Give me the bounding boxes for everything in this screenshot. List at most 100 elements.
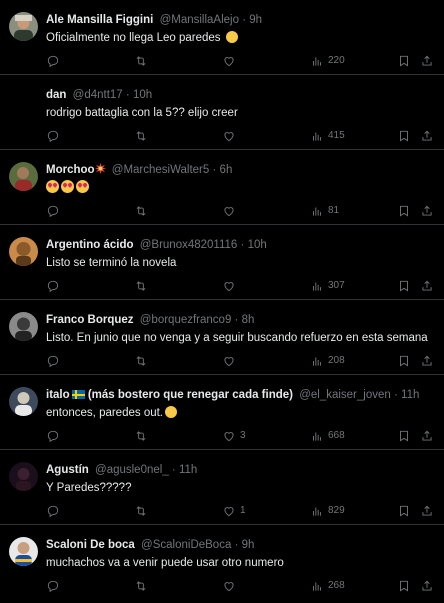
- share-button[interactable]: [420, 428, 434, 444]
- handle[interactable]: @el_kaiser_joven: [299, 389, 391, 401]
- bookmark-button[interactable]: [397, 578, 411, 594]
- retweet-button[interactable]: [134, 53, 148, 69]
- reply-button[interactable]: [46, 53, 60, 69]
- timestamp[interactable]: 8h: [242, 314, 255, 326]
- avatar[interactable]: [9, 312, 38, 341]
- timestamp[interactable]: 10h: [133, 89, 152, 101]
- display-name[interactable]: Morchoo: [46, 164, 95, 176]
- timestamp[interactable]: 11h: [401, 389, 419, 401]
- timestamp[interactable]: 9h: [242, 539, 255, 551]
- retweet-button[interactable]: [134, 578, 148, 594]
- smile-face-emoji-icon: [165, 406, 177, 418]
- timestamp[interactable]: 11h: [179, 464, 197, 476]
- handle[interactable]: @borquezfranco9: [140, 314, 232, 326]
- handle[interactable]: @MansillaAlejo: [160, 14, 239, 26]
- avatar[interactable]: [9, 162, 38, 191]
- display-name[interactable]: Argentino ácido: [46, 239, 134, 251]
- retweet-button[interactable]: [134, 428, 148, 444]
- display-name[interactable]: Ale Mansilla Figgini: [46, 14, 153, 26]
- retweet-icon: [136, 506, 146, 516]
- avatar[interactable]: [9, 237, 38, 266]
- like-button[interactable]: [222, 203, 236, 219]
- timestamp[interactable]: 9h: [249, 14, 262, 26]
- reply-button[interactable]: [46, 503, 60, 519]
- share-button[interactable]: [420, 278, 434, 294]
- bookmark-button[interactable]: [397, 353, 411, 369]
- views-button[interactable]: 307: [310, 278, 345, 294]
- views-button[interactable]: 81: [310, 203, 339, 219]
- share-button[interactable]: [420, 128, 434, 144]
- reply-button[interactable]: [46, 203, 60, 219]
- retweet-button[interactable]: [134, 503, 148, 519]
- tweet-header: Franco Borquez @borquezfranco9 · 8h: [46, 312, 436, 328]
- tweet-text: [46, 180, 434, 196]
- like-button[interactable]: [222, 578, 236, 594]
- tweet-header: Agustín @agusle0nel_ · 11h: [46, 462, 436, 478]
- reply-tweet[interactable]: Scaloni De boca @ScaloniDeBoca · 9h much…: [0, 525, 444, 600]
- reply-button[interactable]: [46, 278, 60, 294]
- views-count: 829: [328, 505, 345, 516]
- avatar[interactable]: [9, 87, 38, 116]
- handle[interactable]: @agusle0nel_: [95, 464, 169, 476]
- like-button[interactable]: [222, 128, 236, 144]
- retweet-button[interactable]: [134, 203, 148, 219]
- share-button[interactable]: [420, 503, 434, 519]
- views-button[interactable]: 415: [310, 128, 345, 144]
- retweet-button[interactable]: [134, 278, 148, 294]
- display-name[interactable]: italo: [46, 389, 70, 401]
- bookmark-button[interactable]: [397, 128, 411, 144]
- retweet-button[interactable]: [134, 128, 148, 144]
- timestamp[interactable]: 6h: [220, 164, 233, 176]
- reply-tweet[interactable]: Agustín @agusle0nel_ · 11h Y Paredes????…: [0, 450, 444, 525]
- reply-button[interactable]: [46, 353, 60, 369]
- share-button[interactable]: [420, 53, 434, 69]
- retweet-icon: [136, 131, 146, 141]
- tweet-text-content: Oficialmente no llega Leo paredes: [46, 32, 221, 44]
- reply-tweet[interactable]: Argentino ácido @Brunox48201116 · 10h Li…: [0, 225, 444, 300]
- reply-tweet[interactable]: dan @d4ntt17 · 10h rodrigo battaglia con…: [0, 75, 444, 150]
- share-button[interactable]: [420, 578, 434, 594]
- views-button[interactable]: 220: [310, 53, 345, 69]
- display-name[interactable]: Franco Borquez: [46, 314, 134, 326]
- views-button[interactable]: 829: [310, 503, 345, 519]
- bookmark-button[interactable]: [397, 53, 411, 69]
- bookmark-button[interactable]: [397, 203, 411, 219]
- share-button[interactable]: [420, 203, 434, 219]
- handle[interactable]: @d4ntt17: [73, 89, 123, 101]
- handle[interactable]: @ScaloniDeBoca: [141, 539, 231, 551]
- avatar[interactable]: [9, 387, 38, 416]
- reply-button[interactable]: [46, 428, 60, 444]
- like-button[interactable]: 3: [222, 428, 246, 444]
- bookmark-button[interactable]: [397, 278, 411, 294]
- like-icon: [224, 357, 234, 367]
- timestamp[interactable]: 10h: [248, 239, 267, 251]
- reply-tweet[interactable]: italo (más bostero que renegar cada find…: [0, 375, 444, 450]
- display-name-suffix[interactable]: (más bostero que renegar cada finde): [88, 389, 293, 401]
- reply-tweet[interactable]: Ale Mansilla Figgini @MansillaAlejo · 9h…: [0, 0, 444, 75]
- views-button[interactable]: 268: [310, 578, 345, 594]
- like-button[interactable]: [222, 278, 236, 294]
- display-name[interactable]: dan: [46, 89, 66, 101]
- like-button[interactable]: 1: [222, 503, 246, 519]
- avatar[interactable]: [9, 12, 38, 41]
- reply-button[interactable]: [46, 578, 60, 594]
- handle[interactable]: @Brunox48201116: [140, 239, 238, 251]
- reply-icon: [47, 580, 59, 593]
- bookmark-button[interactable]: [397, 503, 411, 519]
- avatar[interactable]: [9, 537, 38, 566]
- share-button[interactable]: [420, 353, 434, 369]
- views-button[interactable]: 208: [310, 353, 345, 369]
- display-name[interactable]: Scaloni De boca: [46, 539, 135, 551]
- display-name[interactable]: Agustín: [46, 464, 89, 476]
- avatar[interactable]: [9, 462, 38, 491]
- handle[interactable]: @MarchesiWalter5: [112, 164, 210, 176]
- reply-button[interactable]: [46, 128, 60, 144]
- like-icon: [224, 282, 234, 292]
- like-button[interactable]: [222, 53, 236, 69]
- like-button[interactable]: [222, 353, 236, 369]
- reply-tweet[interactable]: Franco Borquez @borquezfranco9 · 8h List…: [0, 300, 444, 375]
- views-button[interactable]: 668: [310, 428, 345, 444]
- bookmark-button[interactable]: [397, 428, 411, 444]
- reply-tweet[interactable]: Morchoo @MarchesiWalter5 · 6h 81: [0, 150, 444, 225]
- retweet-button[interactable]: [134, 353, 148, 369]
